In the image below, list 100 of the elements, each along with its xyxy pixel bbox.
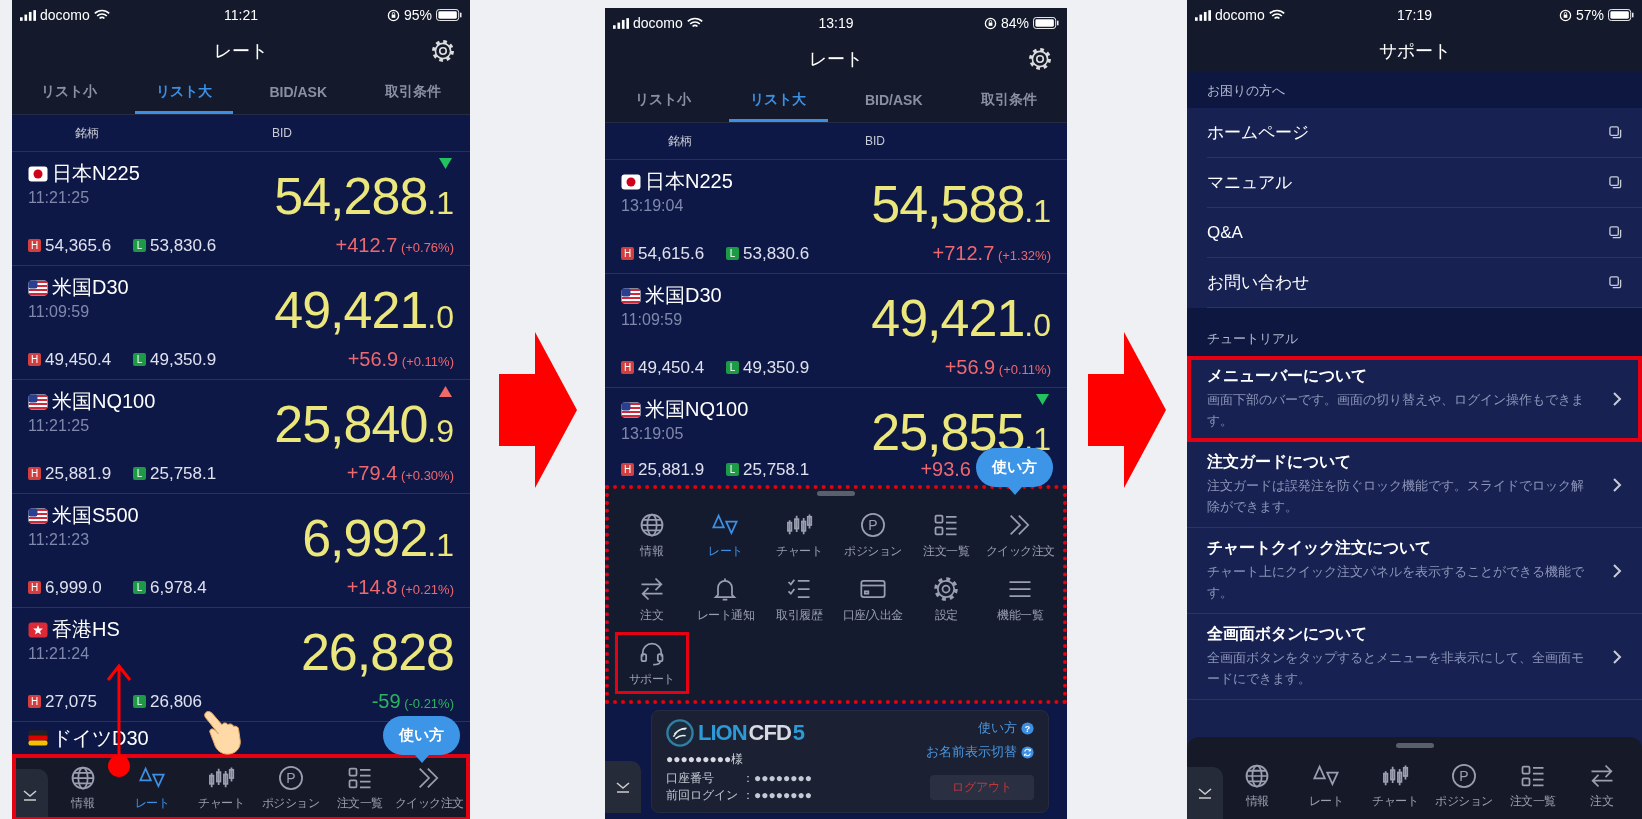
collapse-button[interactable] [1187,767,1223,819]
tab[interactable]: リスト小 [20,72,119,114]
signal-icon [613,17,629,29]
nav-item[interactable]: 情報 [1223,752,1292,819]
nav-item[interactable]: レート [117,754,187,819]
change-value: +93.6 [920,458,971,481]
field-label: 口座番号 [666,770,715,787]
tab[interactable]: 取引条件 [363,72,462,114]
external-link-icon [1609,276,1622,289]
settings-icon[interactable] [1027,46,1053,72]
drag-handle[interactable] [817,491,855,496]
menu-item[interactable]: 設定 [909,568,984,630]
instrument-name: 米国NQ100 [645,397,749,422]
settings-icon[interactable] [430,38,456,64]
tutorial-item[interactable]: 全画面ボタンについて 全画面ボタンをタップするとメニューを非表示にして、全画面モードにできます。 [1187,614,1642,700]
nav-item[interactable]: P ポジション [1429,752,1499,819]
tutorial-item[interactable]: 注文ガードについて 注文ガードは誤発注を防ぐロック機能です。スライドでロック解除ができます。 [1187,442,1642,528]
low-indicator: L [726,463,739,476]
tab[interactable]: リスト小 [613,80,713,122]
update-time: 11:21:24 [28,645,91,663]
settings-icon [932,574,961,603]
tab[interactable]: 取引条件 [959,80,1059,122]
collapse-button[interactable] [605,761,641,813]
pointing-hand-icon [202,708,242,755]
status-time: 13:19 [818,15,854,31]
signal-icon [1195,9,1211,21]
circled-letter-icon: P [1449,761,1478,790]
question-icon: ? [1021,721,1034,735]
high-value: 6,999.0 [45,577,103,598]
carrier-name: docomo [1215,7,1265,23]
low-indicator: L [133,581,146,594]
menu-item[interactable]: P ポジション [836,504,910,566]
drag-handle[interactable] [1395,743,1434,748]
nav-item[interactable]: レート [1291,752,1361,819]
wifi-icon [1268,9,1285,21]
column-header: 銘柄 [75,124,99,142]
low-value: 25,758.1 [150,463,218,484]
change-value: +79.4 (+0.30%) [346,462,454,485]
signal-icon [20,9,36,21]
menu-item[interactable]: レート通知 [688,568,763,630]
nav-item[interactable]: 注文一覧 [1498,752,1568,819]
collapse-icon [22,788,38,802]
link-item[interactable]: マニュアル [1207,158,1642,208]
low-value: 25,758.1 [743,459,811,480]
instrument-name: 米国D30 [645,283,722,308]
nav-item[interactable]: チャート [1360,752,1430,819]
screen-title: サポート [1378,40,1451,63]
menu-item[interactable]: 口座/入出金 [836,568,910,630]
nav-item[interactable]: 注文 [1567,752,1636,819]
low-value: 49,350.9 [150,349,218,370]
bid-price: 26,828 [300,623,454,681]
low-indicator: L [726,247,739,260]
link-item[interactable]: Q&A [1207,208,1642,258]
menu-item[interactable]: 機能一覧 [983,568,1057,630]
high-indicator: H [28,353,41,366]
tab[interactable]: BID/ASK [844,80,944,122]
change-value: +712.7 (+1.32%) [932,242,1051,265]
low-value: 49,350.9 [743,357,811,378]
bubble-tail-icon [1007,487,1022,495]
status-time: 11:21 [224,7,258,23]
update-time: 11:21:25 [28,417,91,435]
chevron-right-icon [1612,562,1622,579]
tutorial-item[interactable]: チャートクイック注文について チャート上にクイック注文パネルを表示することができる機能です。 [1187,528,1642,614]
tab[interactable]: リスト大 [728,80,828,122]
chevron-right-icon [1612,390,1622,407]
menu-item[interactable]: 取引履歴 [762,568,836,630]
menu-item[interactable]: 注文 [615,568,689,630]
carrier-name: docomo [40,7,90,23]
nav-item[interactable]: クイック注文 [394,754,464,819]
menu-item[interactable]: サポート [615,632,689,694]
menu-item[interactable]: チャート [762,504,836,566]
battery-percent: 84% [1000,15,1029,31]
help-link[interactable]: 使い方 ? [978,719,1034,737]
high-value: 54,615.6 [638,243,706,264]
high-indicator: H [621,463,634,476]
battery-percent: 95% [403,7,432,23]
instrument-name: 米国NQ100 [52,389,156,414]
tab[interactable]: リスト大 [134,72,233,114]
menu-item[interactable]: 注文一覧 [909,504,984,566]
menu-item[interactable]: レート [688,504,763,566]
nav-item[interactable]: P ポジション [256,754,326,819]
menu-item[interactable]: 情報 [615,504,689,566]
tutorial-item[interactable]: メニューバーについて 画面下部のバーです。画面の切り替えや、ログイン操作もできます。 [1187,356,1642,442]
nav-item[interactable]: 注文一覧 [325,754,395,819]
high-value: 25,881.9 [45,463,113,484]
low-value: 53,830.6 [743,243,811,264]
nav-item[interactable]: チャート [186,754,256,819]
link-item[interactable]: ホームページ [1207,108,1642,158]
field-value: ：●●●●●●●● [742,787,812,804]
menu-item[interactable]: クイック注文 [983,504,1057,566]
change-value: +14.8 (+0.21%) [346,576,454,599]
nav-item[interactable]: 情報 [48,754,118,819]
name-toggle-link[interactable]: お名前表示切替 [926,743,1034,761]
instrument-name: 米国S500 [52,503,139,528]
battery-percent: 57% [1575,7,1604,23]
tab[interactable]: BID/ASK [249,72,348,114]
high-indicator: H [28,467,41,480]
field-value: ：●●●●●●●● [742,770,812,787]
update-time: 11:09:59 [621,311,684,329]
change-value: -59 (-0.21%) [371,690,454,713]
